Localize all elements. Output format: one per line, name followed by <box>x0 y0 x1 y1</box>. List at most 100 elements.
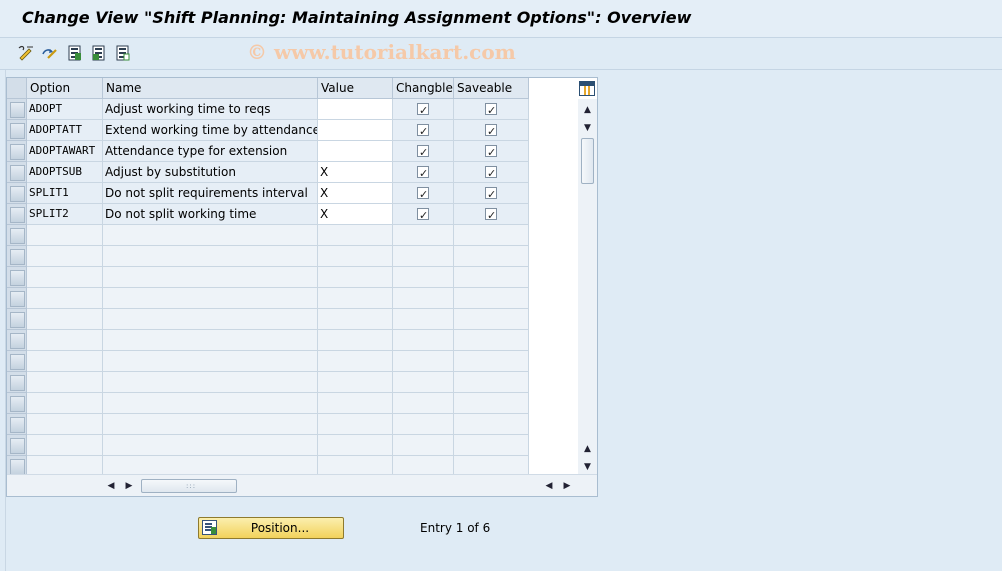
value-cell <box>318 330 393 351</box>
select-all-rows-button[interactable] <box>7 78 27 99</box>
option-cell: SPLIT2 <box>27 204 103 225</box>
empty-table-row <box>7 435 529 456</box>
changeable-checkbox[interactable] <box>417 101 429 119</box>
value-cell <box>318 414 393 435</box>
saveable-cell <box>454 309 529 330</box>
row-selector[interactable] <box>7 288 27 309</box>
row-selector[interactable] <box>7 309 27 330</box>
row-selector[interactable] <box>7 99 27 120</box>
name-cell <box>103 435 318 456</box>
saveable-checkbox[interactable] <box>485 122 497 140</box>
changeable-checkbox[interactable] <box>417 164 429 182</box>
saveable-checkbox[interactable] <box>485 143 497 161</box>
row-selector[interactable] <box>7 435 27 456</box>
scroll-up-bottom-icon[interactable]: ▲ <box>581 442 594 455</box>
changeable-checkbox[interactable] <box>417 206 429 224</box>
name-cell <box>103 330 318 351</box>
option-cell <box>27 330 103 351</box>
saveable-cell <box>454 204 529 225</box>
row-selector[interactable] <box>7 225 27 246</box>
option-cell <box>27 225 103 246</box>
column-header-option[interactable]: Option <box>27 78 103 99</box>
empty-table-row <box>7 330 529 351</box>
saveable-cell <box>454 162 529 183</box>
row-selector[interactable] <box>7 330 27 351</box>
changeable-cell <box>393 288 454 309</box>
value-input[interactable] <box>318 141 393 162</box>
value-input[interactable]: X <box>318 183 393 204</box>
saveable-checkbox[interactable] <box>485 101 497 119</box>
name-cell <box>103 372 318 393</box>
saveable-checkbox[interactable] <box>485 164 497 182</box>
empty-table-row <box>7 372 529 393</box>
changeable-cell <box>393 141 454 162</box>
name-cell: Do not split working time <box>103 204 318 225</box>
empty-table-row <box>7 246 529 267</box>
select-all-icon[interactable] <box>66 44 84 62</box>
row-selector[interactable] <box>7 267 27 288</box>
empty-table-row <box>7 225 529 246</box>
display-change-icon[interactable] <box>17 44 35 62</box>
option-cell: ADOPTAWART <box>27 141 103 162</box>
column-header-value[interactable]: Value <box>318 78 393 99</box>
vertical-scroll-thumb[interactable] <box>581 138 594 184</box>
column-header-saveable[interactable]: Saveable <box>454 78 529 99</box>
value-input[interactable]: X <box>318 204 393 225</box>
row-selector[interactable] <box>7 246 27 267</box>
scroll-down-bottom-icon[interactable]: ▼ <box>581 460 594 473</box>
saveable-cell <box>454 183 529 204</box>
empty-table-row <box>7 267 529 288</box>
row-selector[interactable] <box>7 162 27 183</box>
changeable-cell <box>393 204 454 225</box>
saveable-checkbox[interactable] <box>485 206 497 224</box>
horizontal-scrollbar[interactable]: ◀ ▶ ::: ◀ ▶ <box>7 474 597 496</box>
changeable-cell <box>393 183 454 204</box>
option-cell <box>27 246 103 267</box>
deselect-all-icon[interactable] <box>114 44 132 62</box>
row-selector[interactable] <box>7 141 27 162</box>
changeable-cell <box>393 120 454 141</box>
column-header-changeable[interactable]: Changble <box>393 78 454 99</box>
saveable-cell <box>454 351 529 372</box>
table-row: SPLIT2 Do not split working time X <box>7 204 529 225</box>
select-block-icon[interactable] <box>90 44 108 62</box>
value-cell <box>318 309 393 330</box>
value-input[interactable]: X <box>318 162 393 183</box>
horizontal-scroll-thumb[interactable]: ::: <box>141 479 237 493</box>
empty-table-row <box>7 309 529 330</box>
scroll-right-end-icon[interactable]: ▶ <box>561 479 573 492</box>
option-cell <box>27 435 103 456</box>
saveable-cell <box>454 141 529 162</box>
scroll-left-icon[interactable]: ◀ <box>105 479 117 492</box>
row-selector[interactable] <box>7 351 27 372</box>
scroll-up-icon[interactable]: ▲ <box>581 103 594 116</box>
other-view-icon[interactable] <box>41 44 59 62</box>
column-header-name[interactable]: Name <box>103 78 318 99</box>
scroll-left-end-icon[interactable]: ◀ <box>543 479 555 492</box>
name-cell <box>103 351 318 372</box>
scroll-down-icon[interactable]: ▼ <box>581 121 594 134</box>
saveable-checkbox[interactable] <box>485 185 497 203</box>
position-button[interactable]: Position... <box>198 517 344 539</box>
row-selector[interactable] <box>7 372 27 393</box>
row-selector[interactable] <box>7 183 27 204</box>
row-selector[interactable] <box>7 393 27 414</box>
name-cell <box>103 309 318 330</box>
name-cell <box>103 393 318 414</box>
saveable-cell <box>454 414 529 435</box>
changeable-checkbox[interactable] <box>417 143 429 161</box>
table-settings-icon[interactable] <box>579 81 595 96</box>
changeable-checkbox[interactable] <box>417 185 429 203</box>
row-selector[interactable] <box>7 204 27 225</box>
scroll-right-icon[interactable]: ▶ <box>123 479 135 492</box>
row-selector[interactable] <box>7 120 27 141</box>
value-input[interactable] <box>318 99 393 120</box>
vertical-scrollbar[interactable]: ▲ ▼ ▲ ▼ <box>578 99 597 474</box>
row-selector[interactable] <box>7 414 27 435</box>
saveable-cell <box>454 288 529 309</box>
name-cell <box>103 225 318 246</box>
name-cell <box>103 288 318 309</box>
saveable-cell <box>454 120 529 141</box>
value-input[interactable] <box>318 120 393 141</box>
changeable-checkbox[interactable] <box>417 122 429 140</box>
